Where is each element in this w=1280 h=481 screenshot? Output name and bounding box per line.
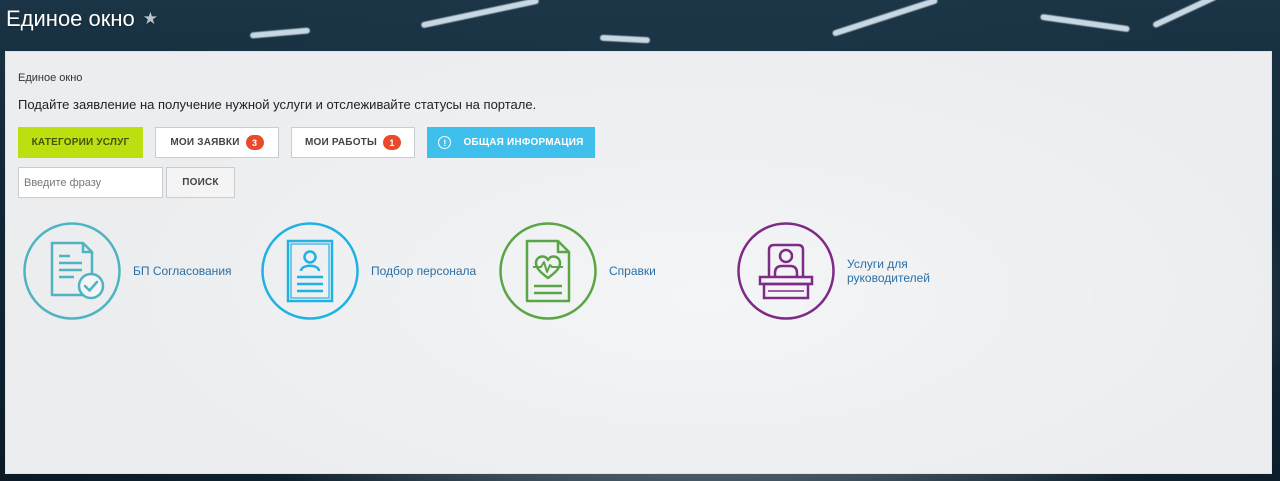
my-requests-count-badge: 3 bbox=[245, 135, 264, 150]
breadcrumb[interactable]: Единое окно bbox=[18, 72, 82, 84]
search-input[interactable] bbox=[18, 167, 163, 198]
medical-certificate-icon bbox=[499, 222, 597, 320]
main-panel: Единое окно Подайте заявление на получен… bbox=[5, 51, 1272, 474]
page-description: Подайте заявление на получение нужной ус… bbox=[18, 97, 537, 112]
service-label: Подбор персонала bbox=[371, 264, 477, 278]
service-item-recruitment[interactable]: Подбор персонала bbox=[260, 221, 476, 321]
categories-button-label: Категории услуг bbox=[31, 137, 130, 148]
general-info-label: Общая информация bbox=[463, 137, 584, 148]
service-label: БП Согласования bbox=[133, 264, 232, 278]
document-check-icon bbox=[23, 222, 121, 320]
service-item-bp-approvals[interactable]: БП Согласования bbox=[22, 221, 232, 321]
resume-icon bbox=[261, 222, 359, 320]
search-button-label: Поиск bbox=[182, 177, 219, 188]
manager-podium-icon bbox=[737, 222, 835, 320]
my-works-label: Мои работы bbox=[305, 137, 377, 148]
service-label: Услуги для руководителей bbox=[847, 257, 930, 285]
general-info-button[interactable]: ! Общая информация bbox=[427, 127, 595, 158]
service-item-managers[interactable]: Услуги для руководителей bbox=[736, 221, 957, 321]
star-icon[interactable]: ★ bbox=[143, 9, 158, 29]
page-title: Единое окно ★ bbox=[6, 6, 158, 32]
categories-button[interactable]: Категории услуг bbox=[18, 127, 143, 158]
info-icon: ! bbox=[438, 136, 452, 149]
my-requests-label: Мои заявки bbox=[170, 137, 240, 148]
my-works-button[interactable]: Мои работы 1 bbox=[291, 127, 415, 158]
my-requests-button[interactable]: Мои заявки 3 bbox=[155, 127, 279, 158]
service-label: Справки bbox=[609, 264, 656, 278]
service-item-certificates[interactable]: Справки bbox=[498, 221, 656, 321]
page-title-text: Единое окно bbox=[6, 6, 135, 31]
my-works-count-badge: 1 bbox=[382, 135, 401, 150]
search-button[interactable]: Поиск bbox=[166, 167, 235, 198]
